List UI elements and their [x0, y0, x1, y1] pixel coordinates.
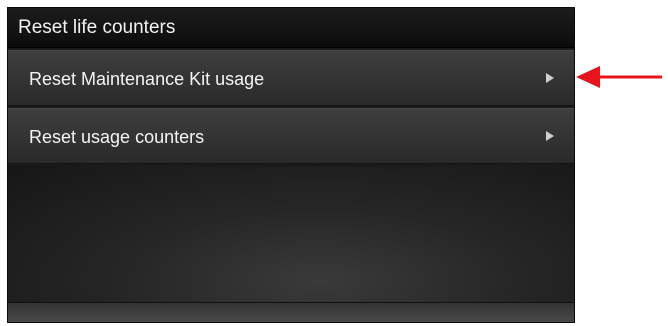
arrow-left-icon — [576, 66, 662, 88]
menu-item-reset-usage-counters[interactable]: Reset usage counters — [8, 108, 574, 164]
chevron-right-icon — [546, 131, 554, 141]
menu-item-label: Reset usage counters — [29, 127, 205, 147]
page-title: Reset life counters — [18, 17, 176, 38]
menu-list: Reset Maintenance Kit usage Reset usage … — [8, 50, 574, 166]
menu-item-reset-maintenance-kit-usage[interactable]: Reset Maintenance Kit usage — [8, 50, 574, 106]
screenshot-stage: Reset life counters Reset Maintenance Ki… — [0, 0, 668, 326]
bottom-bar — [8, 302, 574, 322]
menu-item-label: Reset Maintenance Kit usage — [29, 69, 265, 89]
title-bar: Reset life counters — [8, 8, 574, 48]
empty-menu-area — [8, 166, 574, 302]
printer-front-panel: Reset life counters Reset Maintenance Ki… — [8, 8, 574, 322]
chevron-right-icon — [546, 73, 554, 83]
